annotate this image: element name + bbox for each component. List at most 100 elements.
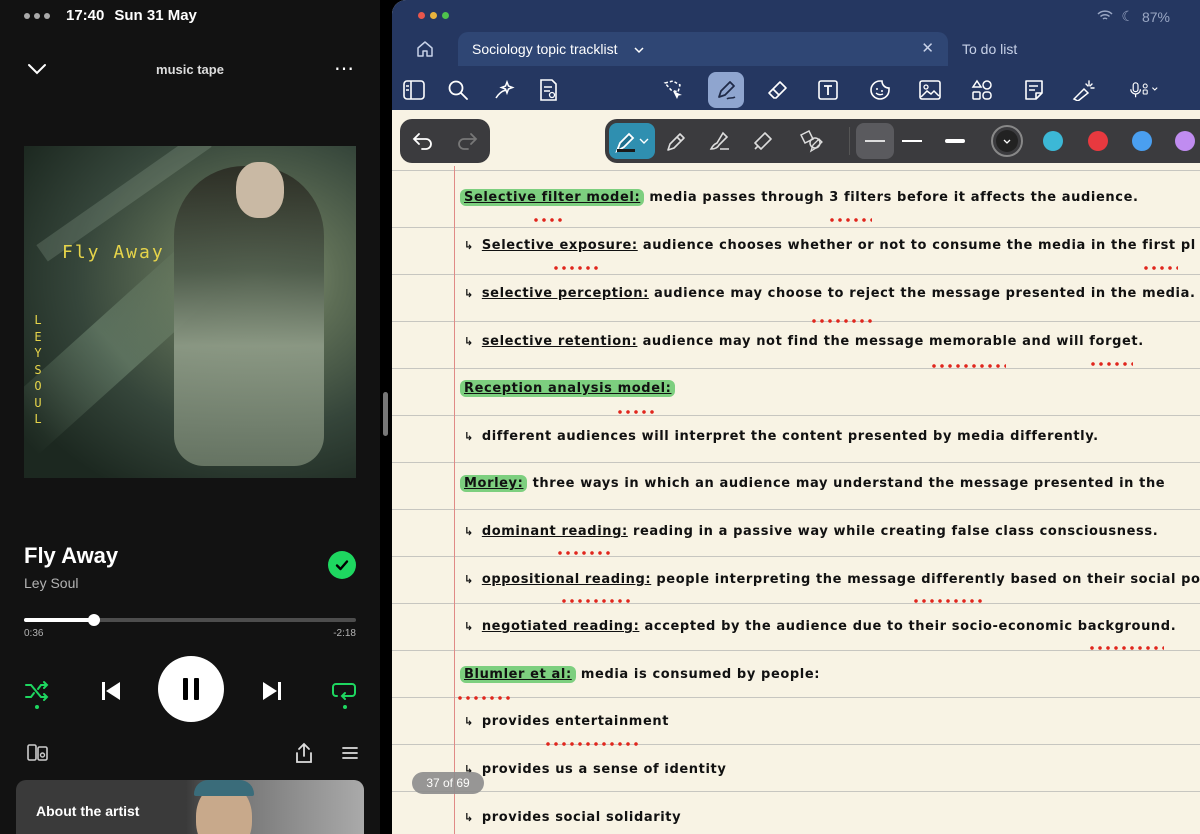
- color-swatch-purple[interactable]: [1175, 131, 1195, 151]
- thin-stroke-option[interactable]: [856, 123, 894, 159]
- sub-arrow-icon: ↳: [464, 573, 474, 586]
- progress-knob[interactable]: [87, 614, 100, 626]
- note-line[interactable]: Reception analysis model:: [460, 380, 676, 397]
- highlighter-icon[interactable]: [751, 129, 775, 158]
- sub-arrow-icon: ↳: [464, 335, 474, 348]
- sub-arrow-icon: ↳: [464, 811, 474, 824]
- color-swatch-blue[interactable]: [1132, 131, 1152, 151]
- page-counter[interactable]: 37 of 69: [412, 772, 484, 794]
- window-controls[interactable]: [418, 12, 449, 19]
- brush-pen-icon[interactable]: [707, 129, 731, 158]
- connect-device-icon[interactable]: [26, 741, 50, 765]
- undo-icon[interactable]: [412, 131, 434, 156]
- note-line[interactable]: ↳ provides social solidarity: [460, 810, 681, 825]
- color-swatch-cyan[interactable]: [1043, 131, 1063, 151]
- note-line[interactable]: ↳ selective retention: audience may not f…: [460, 334, 1144, 349]
- song-title[interactable]: Fly Away: [24, 543, 118, 569]
- sub-arrow-icon: ↳: [464, 525, 474, 538]
- share-icon[interactable]: [292, 741, 316, 765]
- note-line[interactable]: ↳ different audiences will interpret the …: [460, 429, 1099, 444]
- note-line[interactable]: ↳ negotiated reading: accepted by the aud…: [460, 619, 1176, 634]
- note-text: provides us a sense of identity: [481, 762, 727, 777]
- tab-sociology-topic-tracklist[interactable]: Sociology topic tracklist ✕: [458, 32, 948, 66]
- note-line[interactable]: ↳ provides entertainment: [460, 714, 669, 729]
- thick-stroke-option[interactable]: [945, 139, 965, 143]
- note-term: selective retention:: [481, 334, 638, 349]
- shape-pen-icon[interactable]: [799, 129, 825, 158]
- note-term: dominant reading:: [481, 524, 628, 539]
- playing-context: music tape: [156, 62, 224, 77]
- note-line[interactable]: ↳ Selective exposure: audience chooses wh…: [460, 238, 1196, 253]
- home-icon[interactable]: [416, 40, 434, 63]
- note-text: audience may choose to reject the messag…: [654, 286, 1196, 301]
- note-text: provides entertainment: [481, 714, 670, 729]
- sparkle-icon[interactable]: [488, 74, 520, 106]
- laser-icon[interactable]: [1068, 74, 1100, 106]
- redo-icon[interactable]: [456, 131, 478, 156]
- note-line[interactable]: Morley: three ways in which an audience …: [460, 475, 1166, 492]
- note-line[interactable]: Selective filter model: media passes thr…: [460, 189, 1139, 206]
- note-line[interactable]: Blumler et al: media is consumed by peop…: [460, 666, 821, 683]
- close-tab-icon[interactable]: ✕: [921, 39, 934, 57]
- lasso-icon[interactable]: [656, 74, 688, 106]
- notes-app-pane: ☾ 87% Sociology topic tracklist ✕ To do …: [392, 0, 1200, 834]
- fountain-pen-option[interactable]: [609, 123, 655, 159]
- about-artist-label: About the artist: [36, 803, 140, 819]
- repeat-icon[interactable]: [330, 676, 360, 706]
- textbox-icon[interactable]: [812, 74, 844, 106]
- pause-button[interactable]: [158, 656, 224, 722]
- medium-stroke-option[interactable]: [902, 140, 922, 142]
- pen-options-bar: [605, 119, 1200, 163]
- note-term-highlight: Selective filter model:: [460, 189, 645, 206]
- page-margin-line: [454, 166, 455, 834]
- notebook-page[interactable]: [392, 166, 1200, 834]
- battery-level: 87%: [1141, 8, 1170, 25]
- sub-arrow-icon: ↳: [464, 430, 474, 443]
- more-options-icon[interactable]: ⋯: [334, 56, 355, 81]
- search-icon[interactable]: [442, 74, 474, 106]
- color-swatch-red[interactable]: [1088, 131, 1108, 151]
- shapes-icon[interactable]: [966, 74, 998, 106]
- note-text: provides social solidarity: [481, 810, 682, 825]
- image-icon[interactable]: [914, 74, 946, 106]
- chevron-down-icon[interactable]: [634, 42, 644, 60]
- remaining-time: -2:18: [333, 628, 356, 639]
- previous-track-icon[interactable]: [96, 676, 126, 706]
- about-artist-card[interactable]: About the artist: [16, 780, 364, 834]
- pen-icon[interactable]: [708, 72, 744, 108]
- focus-moon-icon: ☾: [1121, 8, 1134, 24]
- mic-icon[interactable]: [1130, 74, 1162, 106]
- sub-arrow-icon: ↳: [464, 620, 474, 633]
- saved-check-icon[interactable]: [328, 551, 356, 579]
- playback-progress-bar[interactable]: [24, 614, 356, 626]
- split-view-handle[interactable]: [383, 392, 388, 436]
- selected-color-ring[interactable]: [991, 125, 1023, 157]
- note-term-highlight: Morley:: [460, 475, 528, 492]
- sidebar-icon[interactable]: [398, 74, 430, 106]
- status-bar-left: 17:40 Sun 31 May: [24, 7, 197, 24]
- multitask-dots[interactable]: [24, 12, 50, 19]
- note-text: media is consumed by people:: [580, 667, 821, 682]
- tab-label: Sociology topic tracklist: [472, 41, 618, 57]
- eraser-icon[interactable]: [762, 74, 794, 106]
- sub-arrow-icon: ↳: [464, 287, 474, 300]
- note-line[interactable]: ↳ selective perception: audience may choo…: [460, 286, 1196, 301]
- undo-redo-bar: [400, 119, 490, 163]
- note-line[interactable]: ↳ dominant reading: reading in a passive …: [460, 524, 1158, 539]
- note-line[interactable]: ↳ provides us a sense of identity: [460, 762, 726, 777]
- tab-to-do-list[interactable]: To do list: [962, 41, 1017, 57]
- note-text: accepted by the audience due to their so…: [644, 619, 1177, 634]
- split-view-divider[interactable]: [380, 0, 392, 834]
- queue-icon[interactable]: [338, 741, 362, 765]
- shuffle-icon[interactable]: [22, 676, 52, 706]
- song-artist[interactable]: Ley Soul: [24, 575, 78, 591]
- sticker-icon[interactable]: [864, 74, 896, 106]
- note-icon[interactable]: [1018, 74, 1050, 106]
- note-line[interactable]: ↳ oppositional reading: people interpreti…: [460, 572, 1200, 587]
- document-icon[interactable]: [532, 74, 564, 106]
- note-text: three ways in which an audience may unde…: [532, 476, 1166, 491]
- note-text: audience may not find the message memora…: [642, 334, 1144, 349]
- note-text: reading in a passive way while creating …: [632, 524, 1159, 539]
- ballpoint-pen-icon[interactable]: [665, 129, 689, 158]
- next-track-icon[interactable]: [257, 676, 287, 706]
